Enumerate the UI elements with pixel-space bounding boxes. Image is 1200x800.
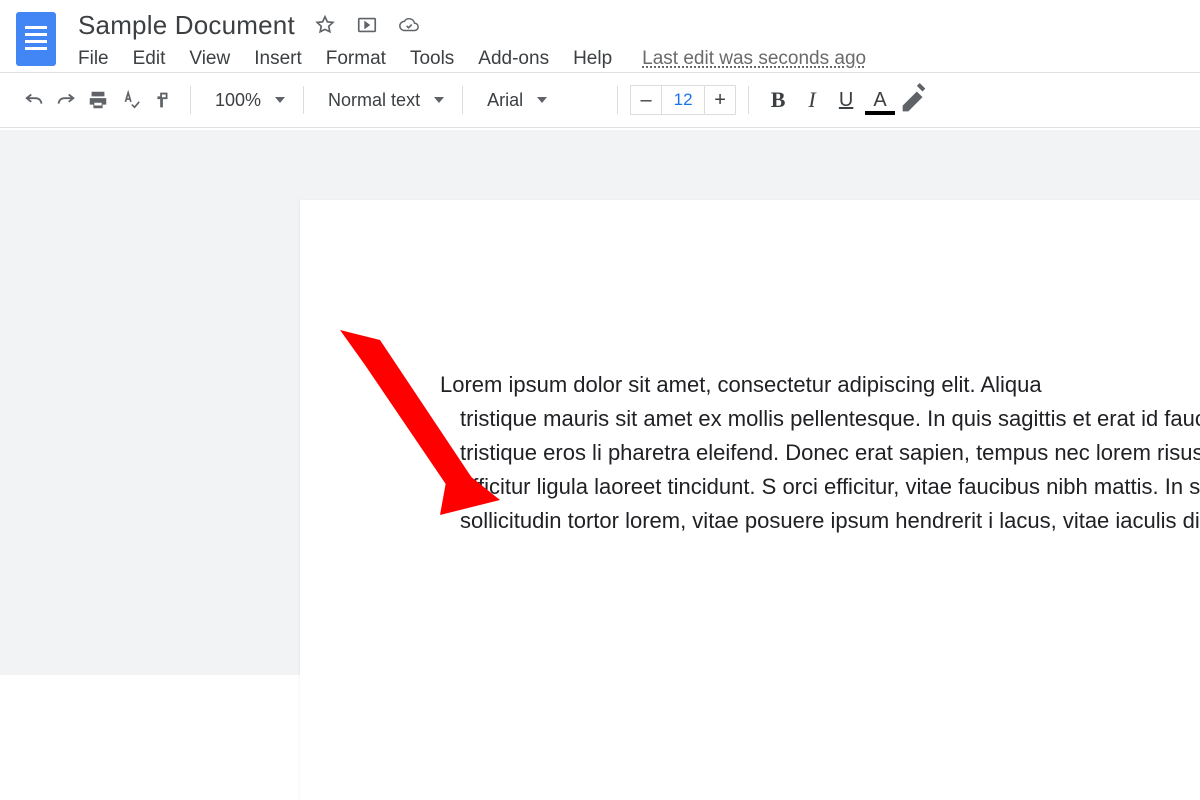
print-button[interactable] xyxy=(82,84,114,116)
cloud-saved-icon[interactable] xyxy=(397,13,421,37)
font-value: Arial xyxy=(481,90,529,111)
italic-button[interactable]: I xyxy=(795,84,829,116)
font-size-decrease-button[interactable]: – xyxy=(631,86,661,114)
menu-file[interactable]: File xyxy=(78,48,109,70)
menu-help[interactable]: Help xyxy=(573,48,612,70)
move-icon[interactable] xyxy=(355,13,379,37)
editor-canvas: Lorem ipsum dolor sit amet, consectetur … xyxy=(0,130,1200,675)
highlight-button[interactable] xyxy=(897,84,931,116)
zoom-value: 100% xyxy=(209,90,267,111)
menu-bar: File Edit View Insert Format Tools Add-o… xyxy=(78,48,866,70)
last-edit-link[interactable]: Last edit was seconds ago xyxy=(642,48,866,70)
menu-edit[interactable]: Edit xyxy=(133,48,166,70)
paragraph-style-dropdown[interactable]: Normal text xyxy=(316,90,450,111)
bold-button[interactable]: B xyxy=(761,84,795,116)
menu-tools[interactable]: Tools xyxy=(410,48,454,70)
caret-down-icon xyxy=(275,97,285,103)
star-icon[interactable] xyxy=(313,13,337,37)
document-body[interactable]: Lorem ipsum dolor sit amet, consectetur … xyxy=(460,368,1200,538)
toolbar: 100% Normal text Arial – 12 + B I U A xyxy=(0,73,1200,128)
font-size-increase-button[interactable]: + xyxy=(705,86,735,114)
menu-view[interactable]: View xyxy=(189,48,230,70)
undo-button[interactable] xyxy=(18,84,50,116)
body-first-line: Lorem ipsum dolor sit amet, consectetur … xyxy=(440,368,1200,402)
caret-down-icon xyxy=(434,97,444,103)
document-page[interactable]: Lorem ipsum dolor sit amet, consectetur … xyxy=(300,200,1200,800)
text-color-button[interactable]: A xyxy=(863,84,897,116)
caret-down-icon xyxy=(537,97,547,103)
paint-format-button[interactable] xyxy=(146,84,178,116)
docs-logo[interactable] xyxy=(16,12,56,66)
menu-format[interactable]: Format xyxy=(326,48,386,70)
font-size-input[interactable]: 12 xyxy=(661,86,705,114)
font-dropdown[interactable]: Arial xyxy=(475,90,605,111)
font-size-stepper: – 12 + xyxy=(630,85,736,115)
zoom-dropdown[interactable]: 100% xyxy=(203,90,291,111)
body-rest: tristique mauris sit amet ex mollis pell… xyxy=(460,402,1200,538)
redo-button[interactable] xyxy=(50,84,82,116)
document-title[interactable]: Sample Document xyxy=(78,10,295,41)
menu-insert[interactable]: Insert xyxy=(254,48,302,70)
underline-button[interactable]: U xyxy=(829,84,863,116)
paragraph-style-value: Normal text xyxy=(322,90,426,111)
spellcheck-button[interactable] xyxy=(114,84,146,116)
menu-addons[interactable]: Add-ons xyxy=(478,48,549,70)
